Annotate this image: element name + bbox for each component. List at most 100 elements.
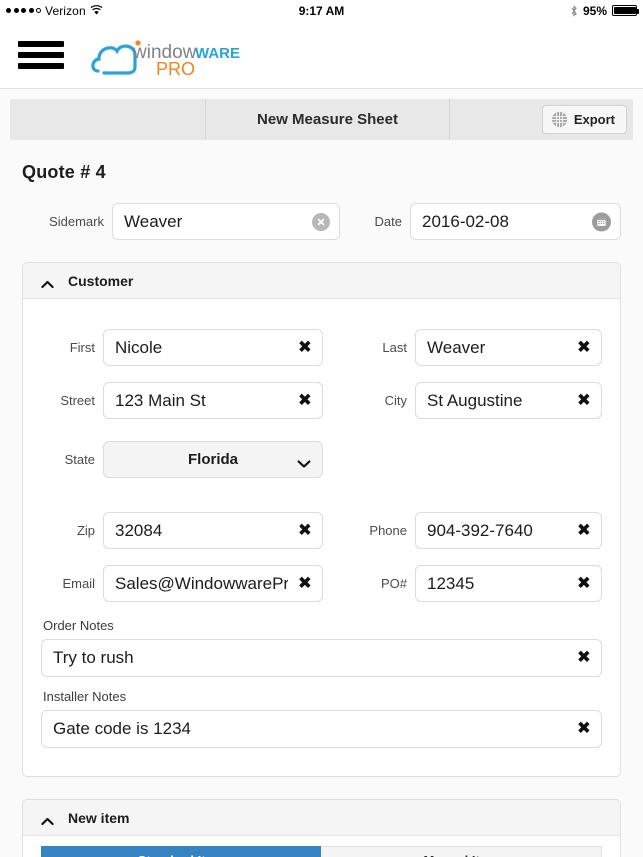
sidemark-value: Weaver bbox=[124, 211, 183, 231]
ios-status-bar: Verizon 9:17 AM 95% bbox=[0, 0, 643, 21]
status-bar-clock: 9:17 AM bbox=[298, 3, 345, 18]
page-content: Quote # 4 Sidemark Weaver Date 2016-02-0… bbox=[0, 162, 643, 857]
svg-text:WARE: WARE bbox=[195, 45, 240, 62]
x-clear-icon[interactable]: ✖ bbox=[298, 339, 312, 356]
phone-input[interactable]: 904-392-7640 ✖ bbox=[415, 512, 602, 549]
windowware-pro-logo: window WARE PRO bbox=[90, 31, 240, 79]
customer-card: Customer First Nicole ✖ Last Weaver ✖ St… bbox=[22, 262, 621, 777]
x-clear-icon[interactable]: ✖ bbox=[298, 575, 312, 592]
installer-notes-label: Installer Notes bbox=[43, 689, 127, 704]
section-toolbar: New Measure Sheet Export bbox=[10, 99, 633, 140]
street-input[interactable]: 123 Main St ✖ bbox=[103, 382, 323, 419]
x-clear-icon[interactable]: ✖ bbox=[577, 720, 591, 738]
x-clear-icon[interactable]: ✖ bbox=[577, 392, 591, 409]
zip-value: 32084 bbox=[115, 520, 163, 540]
battery-percent: 95% bbox=[582, 3, 607, 18]
x-clear-icon[interactable]: ✖ bbox=[298, 392, 312, 409]
field-phone: Phone 904-392-7640 ✖ bbox=[363, 512, 602, 549]
city-input[interactable]: St Augustine ✖ bbox=[415, 382, 602, 419]
phone-label: Phone bbox=[369, 523, 407, 538]
city-label: City bbox=[384, 393, 407, 408]
installer-notes-value: Gate code is 1234 bbox=[53, 719, 191, 738]
date-value: 2016-02-08 bbox=[422, 211, 509, 231]
last-label: Last bbox=[382, 340, 407, 355]
item-type-segmented-control: Standard Item Manual Item bbox=[23, 836, 620, 857]
app-screen: Verizon 9:17 AM 95% window WARE PRO New … bbox=[0, 0, 643, 857]
zip-input[interactable]: 32084 ✖ bbox=[103, 512, 323, 549]
battery-icon bbox=[612, 5, 639, 16]
customer-card-title: Customer bbox=[68, 272, 134, 289]
chevron-down-icon[interactable] bbox=[297, 455, 311, 468]
last-value: Weaver bbox=[427, 337, 486, 357]
row-zip-phone: Zip 32084 ✖ Phone 904-392-7640 ✖ bbox=[41, 512, 602, 549]
date-input[interactable]: 2016-02-08 bbox=[410, 203, 621, 240]
status-bar-right: 95% bbox=[570, 3, 639, 18]
last-input[interactable]: Weaver ✖ bbox=[415, 329, 602, 366]
email-value: Sales@WindowwarePr bbox=[115, 573, 288, 593]
city-value: St Augustine bbox=[427, 390, 523, 410]
x-clear-icon[interactable]: ✖ bbox=[577, 339, 591, 356]
order-notes-label: Order Notes bbox=[43, 618, 114, 633]
field-last: Last Weaver ✖ bbox=[363, 329, 602, 366]
zip-label: Zip bbox=[76, 523, 95, 538]
clear-circle-icon[interactable] bbox=[312, 212, 330, 231]
field-first: First Nicole ✖ bbox=[41, 329, 363, 366]
sidemark-label: Sidemark bbox=[49, 214, 104, 229]
chevron-up-icon[interactable] bbox=[41, 813, 54, 826]
po-value: 12345 bbox=[427, 573, 475, 593]
x-clear-icon[interactable]: ✖ bbox=[577, 649, 591, 667]
field-city: City St Augustine ✖ bbox=[363, 382, 602, 419]
row-email-po: Email Sales@WindowwarePr ✖ PO# 12345 ✖ bbox=[41, 565, 602, 602]
row-first-last: First Nicole ✖ Last Weaver ✖ bbox=[41, 329, 602, 366]
street-value: 123 Main St bbox=[115, 390, 206, 410]
toolbar-right: Export bbox=[541, 99, 633, 140]
export-button[interactable]: Export bbox=[541, 105, 627, 134]
tab-manual-item[interactable]: Manual Item bbox=[321, 846, 602, 857]
calendar-icon[interactable] bbox=[592, 212, 611, 231]
order-notes-input[interactable]: Try to rush ✖ bbox=[41, 639, 602, 677]
export-button-label: Export bbox=[573, 112, 615, 127]
toolbar-left-spacer bbox=[10, 99, 205, 140]
state-select[interactable]: Florida bbox=[103, 441, 323, 478]
email-label: Email bbox=[62, 576, 95, 591]
new-item-card: New item Standard Item Manual Item bbox=[22, 799, 621, 857]
hamburger-menu-icon[interactable] bbox=[18, 37, 64, 73]
tab-new-measure-sheet[interactable]: New Measure Sheet bbox=[205, 99, 450, 140]
chevron-up-icon[interactable] bbox=[41, 276, 54, 289]
date-label: Date bbox=[374, 214, 402, 229]
new-item-card-title: New item bbox=[68, 809, 130, 826]
field-street: Street 123 Main St ✖ bbox=[41, 382, 363, 419]
x-clear-icon[interactable]: ✖ bbox=[577, 575, 591, 592]
bluetooth-icon bbox=[570, 4, 578, 17]
field-email: Email Sales@WindowwarePr ✖ bbox=[41, 565, 363, 602]
customer-card-header[interactable]: Customer bbox=[23, 263, 620, 299]
row-street-city: Street 123 Main St ✖ City St Augustine ✖ bbox=[41, 382, 602, 419]
field-zip: Zip 32084 ✖ bbox=[41, 512, 363, 549]
app-header: window WARE PRO bbox=[0, 21, 643, 89]
first-value: Nicole bbox=[115, 337, 163, 357]
phone-value: 904-392-7640 bbox=[427, 520, 533, 540]
x-clear-icon[interactable]: ✖ bbox=[298, 522, 312, 539]
email-input[interactable]: Sales@WindowwarePr ✖ bbox=[103, 565, 323, 602]
installer-notes-input[interactable]: Gate code is 1234 ✖ bbox=[41, 710, 602, 748]
field-state: State Florida bbox=[41, 441, 363, 478]
row-state: State Florida bbox=[41, 441, 602, 478]
svg-text:PRO: PRO bbox=[156, 59, 195, 79]
customer-card-body: First Nicole ✖ Last Weaver ✖ Street 123 … bbox=[23, 299, 620, 776]
sidemark-date-row: Sidemark Weaver Date 2016-02-08 bbox=[22, 203, 621, 240]
order-notes-value: Try to rush bbox=[53, 648, 134, 667]
po-input[interactable]: 12345 ✖ bbox=[415, 565, 602, 602]
tab-standard-item[interactable]: Standard Item bbox=[41, 846, 321, 857]
first-input[interactable]: Nicole ✖ bbox=[103, 329, 323, 366]
new-item-card-header[interactable]: New item bbox=[23, 800, 620, 836]
x-clear-icon[interactable]: ✖ bbox=[577, 522, 591, 539]
state-value: Florida bbox=[187, 451, 238, 468]
street-label: Street bbox=[60, 393, 95, 408]
po-label: PO# bbox=[380, 576, 407, 591]
state-label: State bbox=[64, 452, 95, 467]
field-po: PO# 12345 ✖ bbox=[363, 565, 602, 602]
first-label: First bbox=[69, 340, 95, 355]
sidemark-input[interactable]: Weaver bbox=[112, 203, 340, 240]
page-title: Quote # 4 bbox=[22, 162, 106, 182]
globe-grid-icon bbox=[551, 111, 568, 128]
